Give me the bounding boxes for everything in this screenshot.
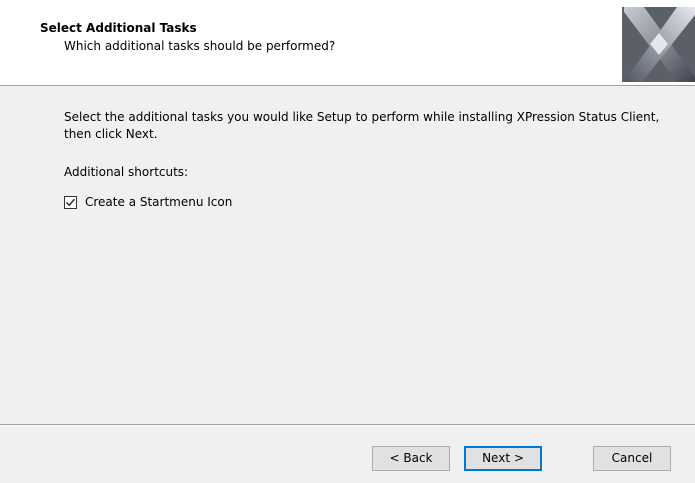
next-button[interactable]: Next > xyxy=(464,446,542,471)
xpression-logo-icon xyxy=(622,7,695,82)
wizard-header: Select Additional Tasks Which additional… xyxy=(0,0,695,86)
footer-divider xyxy=(0,424,695,426)
page-subtitle: Which additional tasks should be perform… xyxy=(64,39,336,53)
check-icon xyxy=(66,198,76,206)
intro-text: Select the additional tasks you would li… xyxy=(64,110,660,141)
additional-shortcuts-label: Additional shortcuts: xyxy=(64,165,189,179)
startmenu-icon-label: Create a Startmenu Icon xyxy=(85,195,233,209)
startmenu-icon-checkbox[interactable] xyxy=(64,195,77,209)
wizard-content: Select the additional tasks you would li… xyxy=(0,87,695,424)
page-title: Select Additional Tasks xyxy=(40,21,197,35)
startmenu-icon-option[interactable]: Create a Startmenu Icon xyxy=(64,194,232,210)
back-button[interactable]: < Back xyxy=(372,446,450,471)
cancel-button[interactable]: Cancel xyxy=(593,446,671,471)
